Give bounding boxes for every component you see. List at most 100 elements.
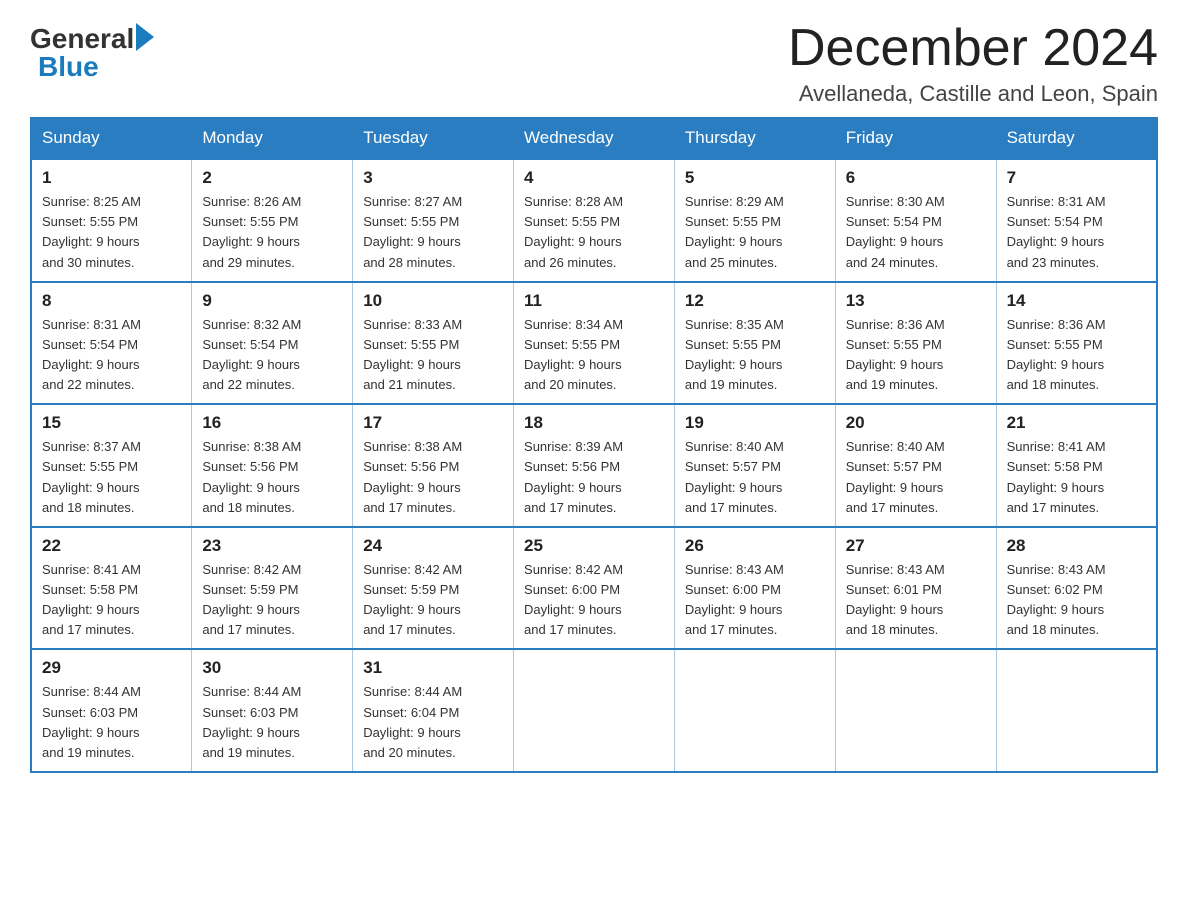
day-number: 31 — [363, 658, 503, 678]
day-number: 17 — [363, 413, 503, 433]
day-number: 18 — [524, 413, 664, 433]
day-info: Sunrise: 8:44 AMSunset: 6:03 PMDaylight:… — [42, 684, 141, 759]
day-number: 7 — [1007, 168, 1146, 188]
month-title: December 2024 — [788, 20, 1158, 77]
calendar-cell: 7 Sunrise: 8:31 AMSunset: 5:54 PMDayligh… — [996, 159, 1157, 282]
col-tuesday: Tuesday — [353, 118, 514, 160]
calendar-cell: 25 Sunrise: 8:42 AMSunset: 6:00 PMDaylig… — [514, 527, 675, 650]
week-row-3: 15 Sunrise: 8:37 AMSunset: 5:55 PMDaylig… — [31, 404, 1157, 527]
day-number: 23 — [202, 536, 342, 556]
day-number: 1 — [42, 168, 181, 188]
day-info: Sunrise: 8:36 AMSunset: 5:55 PMDaylight:… — [1007, 317, 1106, 392]
calendar-cell: 23 Sunrise: 8:42 AMSunset: 5:59 PMDaylig… — [192, 527, 353, 650]
day-info: Sunrise: 8:43 AMSunset: 6:01 PMDaylight:… — [846, 562, 945, 637]
col-wednesday: Wednesday — [514, 118, 675, 160]
calendar-cell: 13 Sunrise: 8:36 AMSunset: 5:55 PMDaylig… — [835, 282, 996, 405]
calendar-cell: 4 Sunrise: 8:28 AMSunset: 5:55 PMDayligh… — [514, 159, 675, 282]
day-info: Sunrise: 8:40 AMSunset: 5:57 PMDaylight:… — [846, 439, 945, 514]
day-number: 5 — [685, 168, 825, 188]
calendar-cell — [514, 649, 675, 772]
day-info: Sunrise: 8:44 AMSunset: 6:03 PMDaylight:… — [202, 684, 301, 759]
day-number: 30 — [202, 658, 342, 678]
day-number: 24 — [363, 536, 503, 556]
calendar-cell — [835, 649, 996, 772]
calendar-cell: 15 Sunrise: 8:37 AMSunset: 5:55 PMDaylig… — [31, 404, 192, 527]
day-info: Sunrise: 8:28 AMSunset: 5:55 PMDaylight:… — [524, 194, 623, 269]
logo: General Blue — [30, 20, 154, 81]
col-sunday: Sunday — [31, 118, 192, 160]
day-info: Sunrise: 8:43 AMSunset: 6:00 PMDaylight:… — [685, 562, 784, 637]
calendar-cell: 27 Sunrise: 8:43 AMSunset: 6:01 PMDaylig… — [835, 527, 996, 650]
logo-arrow-icon — [136, 23, 154, 51]
day-number: 14 — [1007, 291, 1146, 311]
day-info: Sunrise: 8:26 AMSunset: 5:55 PMDaylight:… — [202, 194, 301, 269]
title-block: December 2024 Avellaneda, Castille and L… — [788, 20, 1158, 107]
day-number: 13 — [846, 291, 986, 311]
day-info: Sunrise: 8:32 AMSunset: 5:54 PMDaylight:… — [202, 317, 301, 392]
col-friday: Friday — [835, 118, 996, 160]
day-info: Sunrise: 8:27 AMSunset: 5:55 PMDaylight:… — [363, 194, 462, 269]
day-info: Sunrise: 8:29 AMSunset: 5:55 PMDaylight:… — [685, 194, 784, 269]
day-number: 8 — [42, 291, 181, 311]
day-info: Sunrise: 8:43 AMSunset: 6:02 PMDaylight:… — [1007, 562, 1106, 637]
calendar-cell: 10 Sunrise: 8:33 AMSunset: 5:55 PMDaylig… — [353, 282, 514, 405]
week-row-4: 22 Sunrise: 8:41 AMSunset: 5:58 PMDaylig… — [31, 527, 1157, 650]
day-info: Sunrise: 8:42 AMSunset: 6:00 PMDaylight:… — [524, 562, 623, 637]
day-info: Sunrise: 8:31 AMSunset: 5:54 PMDaylight:… — [42, 317, 141, 392]
day-number: 27 — [846, 536, 986, 556]
day-number: 4 — [524, 168, 664, 188]
day-number: 16 — [202, 413, 342, 433]
calendar-cell — [996, 649, 1157, 772]
calendar-cell: 8 Sunrise: 8:31 AMSunset: 5:54 PMDayligh… — [31, 282, 192, 405]
calendar-cell: 1 Sunrise: 8:25 AMSunset: 5:55 PMDayligh… — [31, 159, 192, 282]
day-info: Sunrise: 8:38 AMSunset: 5:56 PMDaylight:… — [363, 439, 462, 514]
calendar-cell: 12 Sunrise: 8:35 AMSunset: 5:55 PMDaylig… — [674, 282, 835, 405]
calendar-cell: 22 Sunrise: 8:41 AMSunset: 5:58 PMDaylig… — [31, 527, 192, 650]
day-info: Sunrise: 8:25 AMSunset: 5:55 PMDaylight:… — [42, 194, 141, 269]
day-number: 9 — [202, 291, 342, 311]
calendar-cell: 31 Sunrise: 8:44 AMSunset: 6:04 PMDaylig… — [353, 649, 514, 772]
day-number: 15 — [42, 413, 181, 433]
calendar-cell: 21 Sunrise: 8:41 AMSunset: 5:58 PMDaylig… — [996, 404, 1157, 527]
calendar-cell: 30 Sunrise: 8:44 AMSunset: 6:03 PMDaylig… — [192, 649, 353, 772]
calendar-cell: 9 Sunrise: 8:32 AMSunset: 5:54 PMDayligh… — [192, 282, 353, 405]
day-info: Sunrise: 8:44 AMSunset: 6:04 PMDaylight:… — [363, 684, 462, 759]
day-number: 25 — [524, 536, 664, 556]
calendar-cell: 11 Sunrise: 8:34 AMSunset: 5:55 PMDaylig… — [514, 282, 675, 405]
day-info: Sunrise: 8:40 AMSunset: 5:57 PMDaylight:… — [685, 439, 784, 514]
day-info: Sunrise: 8:41 AMSunset: 5:58 PMDaylight:… — [1007, 439, 1106, 514]
day-number: 6 — [846, 168, 986, 188]
day-number: 3 — [363, 168, 503, 188]
day-number: 28 — [1007, 536, 1146, 556]
day-info: Sunrise: 8:33 AMSunset: 5:55 PMDaylight:… — [363, 317, 462, 392]
logo-blue-text: Blue — [30, 53, 99, 81]
calendar-header: Sunday Monday Tuesday Wednesday Thursday… — [31, 118, 1157, 160]
calendar-cell: 2 Sunrise: 8:26 AMSunset: 5:55 PMDayligh… — [192, 159, 353, 282]
day-info: Sunrise: 8:34 AMSunset: 5:55 PMDaylight:… — [524, 317, 623, 392]
day-info: Sunrise: 8:42 AMSunset: 5:59 PMDaylight:… — [202, 562, 301, 637]
day-number: 22 — [42, 536, 181, 556]
day-number: 12 — [685, 291, 825, 311]
day-info: Sunrise: 8:38 AMSunset: 5:56 PMDaylight:… — [202, 439, 301, 514]
page-header: General Blue December 2024 Avellaneda, C… — [30, 20, 1158, 107]
week-row-2: 8 Sunrise: 8:31 AMSunset: 5:54 PMDayligh… — [31, 282, 1157, 405]
day-info: Sunrise: 8:36 AMSunset: 5:55 PMDaylight:… — [846, 317, 945, 392]
calendar-cell: 16 Sunrise: 8:38 AMSunset: 5:56 PMDaylig… — [192, 404, 353, 527]
day-info: Sunrise: 8:39 AMSunset: 5:56 PMDaylight:… — [524, 439, 623, 514]
col-thursday: Thursday — [674, 118, 835, 160]
location-subtitle: Avellaneda, Castille and Leon, Spain — [788, 81, 1158, 107]
day-number: 21 — [1007, 413, 1146, 433]
day-number: 20 — [846, 413, 986, 433]
calendar-cell — [674, 649, 835, 772]
calendar-body: 1 Sunrise: 8:25 AMSunset: 5:55 PMDayligh… — [31, 159, 1157, 772]
calendar-cell: 29 Sunrise: 8:44 AMSunset: 6:03 PMDaylig… — [31, 649, 192, 772]
calendar-cell: 19 Sunrise: 8:40 AMSunset: 5:57 PMDaylig… — [674, 404, 835, 527]
calendar-table: Sunday Monday Tuesday Wednesday Thursday… — [30, 117, 1158, 773]
day-info: Sunrise: 8:42 AMSunset: 5:59 PMDaylight:… — [363, 562, 462, 637]
day-info: Sunrise: 8:35 AMSunset: 5:55 PMDaylight:… — [685, 317, 784, 392]
calendar-cell: 3 Sunrise: 8:27 AMSunset: 5:55 PMDayligh… — [353, 159, 514, 282]
calendar-cell: 20 Sunrise: 8:40 AMSunset: 5:57 PMDaylig… — [835, 404, 996, 527]
day-number: 26 — [685, 536, 825, 556]
calendar-cell: 26 Sunrise: 8:43 AMSunset: 6:00 PMDaylig… — [674, 527, 835, 650]
day-number: 19 — [685, 413, 825, 433]
